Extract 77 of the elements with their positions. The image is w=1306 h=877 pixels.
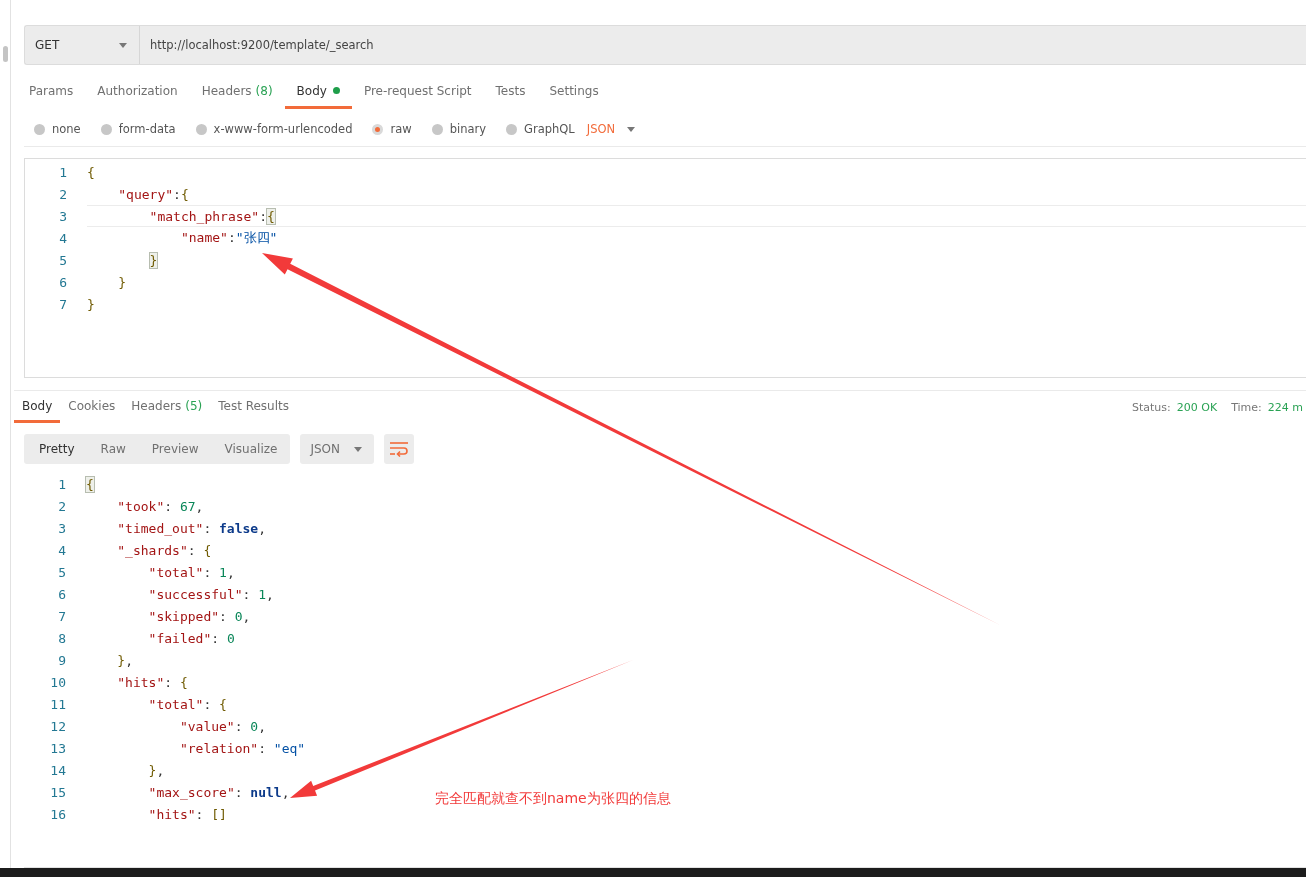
format-dropdown[interactable]: JSON (300, 434, 375, 464)
radio-option[interactable]: form-data (100, 122, 176, 136)
radio-option[interactable]: binary (431, 122, 487, 136)
format-dropdown[interactable]: JSON (586, 122, 636, 136)
code-line: } (118, 274, 127, 290)
line-number: 11 (49, 696, 66, 712)
annotation-text: 完全匹配就查不到name为张四的信息 (435, 790, 671, 808)
line-number: 6 (57, 586, 66, 602)
code-line: "relation": "eq" (179, 740, 306, 756)
line-number: 5 (58, 252, 67, 268)
line-number: 4 (57, 542, 66, 558)
status-value: 200 OK (1176, 400, 1218, 414)
line-number: 15 (49, 784, 66, 800)
view-mode-tab[interactable]: Pretty (24, 434, 88, 464)
code-editor[interactable]: 1 { 2 "query":{ 3 "match_phrase":{ 4 "name":"张四" 5 } 6 } 7 } (24, 158, 1306, 378)
line-number: 2 (58, 186, 67, 202)
line-number: 1 (57, 476, 66, 492)
code-line: "timed_out": false, (117, 520, 266, 536)
code-line: "hits": { (117, 674, 188, 690)
code-line: "failed": 0 (148, 630, 235, 646)
tab[interactable]: Headers (5) (123, 391, 211, 423)
code-line: }, (148, 762, 165, 778)
line-number: 5 (57, 564, 66, 580)
line-number: 6 (58, 274, 67, 290)
line-number: 3 (58, 208, 67, 224)
line-number: 10 (49, 674, 66, 690)
time-label: Time: (1231, 400, 1262, 414)
line-number: 7 (57, 608, 66, 624)
caret-icon (354, 446, 363, 452)
view-mode-tab[interactable]: Visualize (211, 434, 291, 464)
radio-option[interactable]: raw (372, 122, 412, 136)
code-line: "successful": 1, (148, 586, 274, 602)
line-number: 9 (57, 652, 66, 668)
code-line: "query":{ (118, 186, 189, 202)
tab[interactable]: Tests (483, 75, 538, 109)
tab[interactable]: Headers (8) (189, 75, 285, 109)
tab[interactable]: Pre-request Script (351, 75, 484, 109)
view-mode-tab[interactable]: Preview (138, 434, 212, 464)
line-number: 1 (58, 164, 67, 180)
time-value: 224 m (1267, 400, 1303, 414)
radio-option[interactable]: none (34, 122, 81, 136)
radio-option[interactable]: x-www-form-urlencoded (195, 122, 353, 136)
code-line: "name":"张四" (180, 229, 278, 247)
tab[interactable]: Test Results (210, 391, 297, 423)
code-line: "hits": [] (148, 806, 227, 822)
tab[interactable]: Authorization (85, 75, 190, 109)
tab[interactable]: Body (14, 391, 61, 423)
line-number: 4 (58, 230, 67, 246)
code-line: { (87, 164, 95, 180)
view-mode-tab[interactable]: Raw (87, 434, 139, 464)
line-number: 13 (49, 740, 66, 756)
code-line: "took": 67, (117, 498, 204, 514)
code-line: "total": 1, (148, 564, 235, 580)
tab[interactable]: Cookies (60, 391, 124, 423)
line-number: 3 (57, 520, 66, 536)
code-line: }, (117, 652, 133, 668)
code-line: "total": { (148, 696, 227, 712)
scrollbar-thumb[interactable] (3, 46, 8, 62)
line-number: 8 (57, 630, 66, 646)
code-line: "value": 0, (179, 718, 266, 734)
line-number: 14 (49, 762, 66, 778)
code-line: "skipped": 0, (148, 608, 251, 624)
line-number: 2 (57, 498, 66, 514)
tab[interactable]: Settings (537, 75, 611, 109)
status-label: Status: (1132, 400, 1171, 414)
radio-option[interactable]: GraphQL (506, 122, 575, 136)
code-line: "max_score": null, (148, 784, 290, 800)
line-number: 12 (49, 718, 66, 734)
wrap-icon (389, 441, 410, 457)
code-line: } (87, 296, 95, 312)
tab[interactable]: Body (284, 75, 352, 109)
wrap-button[interactable] (384, 434, 415, 464)
line-number: 16 (49, 806, 66, 822)
code-line: "_shards": { (117, 542, 212, 558)
caret-icon (627, 126, 636, 132)
line-number: 7 (58, 296, 67, 312)
tab[interactable]: Params (24, 75, 86, 109)
